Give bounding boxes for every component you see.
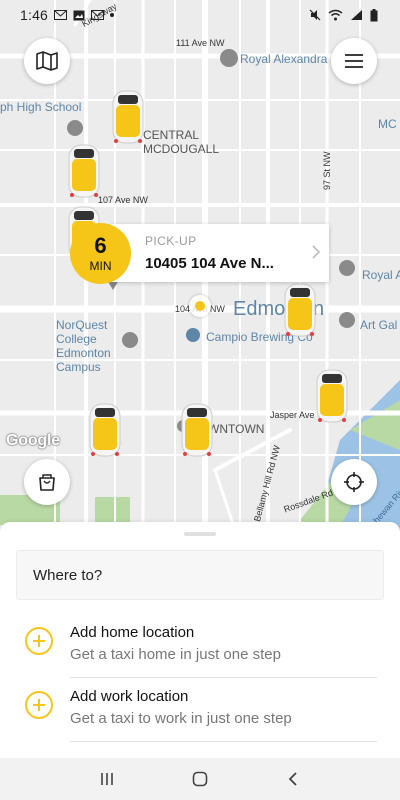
taxi-icon [112,90,144,144]
destination-input[interactable] [17,551,383,599]
wifi-icon [328,9,343,21]
destination-search-box[interactable] [16,550,384,600]
eta-unit: MIN [89,258,112,273]
map-label-central-mcdougall: CENTRAL MCDOUGALL [143,128,220,156]
taxi-marker[interactable] [282,282,318,338]
map-label-norquest: NorQuest College Edmonton Campus [56,318,111,374]
status-bar: 1:46 [0,0,400,30]
pickup-address: 10405 104 Ave N... [145,255,274,272]
work-location-title: Add work location [70,688,189,705]
back-button[interactable] [273,764,313,794]
recent-apps-icon [100,773,113,785]
divider [70,741,377,742]
mute-icon [309,9,321,21]
gmail-icon [91,10,105,20]
map-label-mc: MC [378,117,397,131]
map-label-97-st: 97 St NW [322,151,332,190]
taxi-marker[interactable] [87,402,123,458]
map-label-royal-alexandra: Royal Alexandra [240,52,328,66]
map-icon [36,51,58,71]
crosshair-icon [344,472,364,492]
battery-icon [370,8,378,22]
signal-icon [350,9,363,21]
gmail-icon [54,10,68,20]
taxi-icon [284,283,316,337]
status-time: 1:46 [20,7,49,23]
taxi-marker[interactable] [66,143,102,199]
menu-button[interactable] [331,38,377,84]
home-location-subtitle: Get a taxi home in just one step [70,646,281,663]
taxi-icon [181,403,213,457]
current-location-dot [189,295,211,317]
system-nav-bar [0,758,400,800]
shopping-bag-icon [39,474,55,491]
taxi-marker[interactable] [179,402,215,458]
taxi-marker[interactable] [110,89,146,145]
chevron-right-icon [312,245,321,259]
taxi-icon [316,369,348,423]
home-icon [192,771,208,787]
map-view[interactable]: 111 Ave NW Royal Alexandra MC ph High Sc… [0,0,400,545]
image-icon [73,10,85,21]
dot-icon [110,13,115,17]
map-label-jasper: Jasper Ave [270,410,315,420]
back-icon [289,772,297,786]
eta-value: 6 [94,232,107,258]
google-logo: Google [6,432,60,449]
add-work-location-row[interactable]: Add work location Get a taxi to work in … [0,678,400,742]
orders-button[interactable] [24,459,70,505]
home-button[interactable] [180,764,220,794]
add-circle-icon [25,627,53,655]
pickup-card[interactable]: PICK-UP 10405 104 Ave N... [110,224,329,282]
taxi-icon [68,144,100,198]
eta-badge: 6 MIN [70,223,131,284]
map-label-art-gallery: Art Gal [360,318,398,332]
map-layers-button[interactable] [24,38,70,84]
hamburger-menu-icon [345,54,363,68]
drag-handle[interactable] [184,532,216,536]
recent-apps-button[interactable] [87,764,127,794]
add-circle-icon [25,691,53,719]
bottom-sheet: Add home location Get a taxi home in jus… [0,522,400,758]
map-label-111-ave: 111 Ave NW [176,38,225,48]
home-location-title: Add home location [70,624,195,641]
my-location-button[interactable] [331,459,377,505]
taxi-marker[interactable] [314,368,350,424]
map-label-high-school: ph High School [0,100,82,114]
add-home-location-row[interactable]: Add home location Get a taxi home in jus… [0,614,400,678]
map-label-royal-a: Royal A [362,268,400,282]
work-location-subtitle: Get a taxi to work in just one step [70,710,292,727]
taxi-icon [89,403,121,457]
map-label-107-ave: 107 Ave NW [98,195,148,205]
pickup-title: PICK-UP [145,234,197,248]
